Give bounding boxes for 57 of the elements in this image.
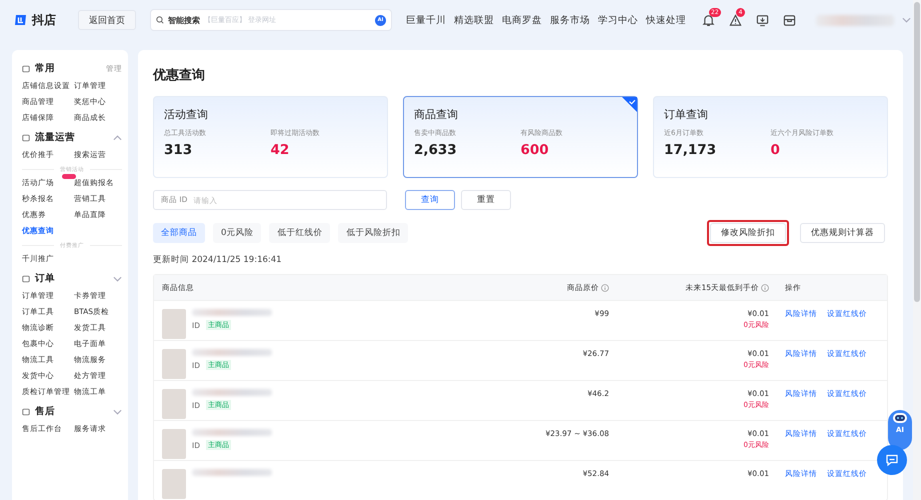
section-title[interactable]: 售后 xyxy=(35,405,108,418)
nav-link[interactable]: 快速处理 xyxy=(646,14,686,26)
section-title[interactable]: 流量运营 xyxy=(35,131,108,144)
info-icon[interactable] xyxy=(761,284,769,292)
page-title: 优惠查询 xyxy=(153,67,206,84)
reset-button[interactable]: 重置 xyxy=(461,190,511,210)
metric-value: 42 xyxy=(270,142,290,158)
chat-icon xyxy=(885,453,899,467)
filter-tab[interactable]: 低于风险折扣 xyxy=(338,223,408,243)
info-icon[interactable] xyxy=(601,284,609,292)
nav-link[interactable]: 服务市场 xyxy=(550,14,590,26)
metric-value: 17,173 xyxy=(664,142,718,158)
check-icon xyxy=(622,97,637,112)
filter-tab[interactable]: 低于红线价 xyxy=(269,223,330,243)
card-title: 商品查询 xyxy=(414,107,459,122)
card-title: 订单查询 xyxy=(664,107,709,122)
section-title[interactable]: 订单 xyxy=(35,272,108,285)
monitor-icon[interactable] xyxy=(756,14,769,26)
section-icon xyxy=(22,408,30,416)
section-title[interactable]: 常用 xyxy=(35,62,101,75)
photo-placeholder xyxy=(162,309,186,339)
metric-value: 600 xyxy=(520,142,550,158)
chevron-icon[interactable] xyxy=(113,276,122,282)
nav-link[interactable]: 巨量千川 xyxy=(406,14,446,26)
section-icon xyxy=(22,274,30,282)
chevron-icon[interactable] xyxy=(113,408,122,414)
alert-icon[interactable] xyxy=(729,14,742,26)
chevron-icon[interactable] xyxy=(113,134,122,140)
section-icon xyxy=(22,134,30,142)
logo-text: 抖店 xyxy=(32,12,56,28)
logo-icon xyxy=(14,13,28,27)
robot-icon xyxy=(892,412,908,424)
search-label: 智能搜索 xyxy=(168,14,200,26)
query-button[interactable]: 查询 xyxy=(405,190,455,210)
action-button[interactable]: 修改风险折扣 xyxy=(710,223,786,243)
bell-icon[interactable] xyxy=(702,14,715,26)
account-chevron-icon[interactable] xyxy=(902,17,911,23)
search-icon xyxy=(156,16,164,24)
photo-placeholder xyxy=(162,469,186,499)
filter-tab[interactable]: 0元风险 xyxy=(213,223,262,243)
filter-tab[interactable]: 全部商品 xyxy=(153,223,205,243)
nav-link[interactable]: 电商罗盘 xyxy=(502,14,542,26)
nav-link[interactable]: 学习中心 xyxy=(598,14,638,26)
box-icon[interactable] xyxy=(783,14,796,26)
update-time: 更新时间 2024/11/25 19:16:41 xyxy=(153,254,283,266)
action-button[interactable]: 优惠规则计算器 xyxy=(800,223,885,243)
metric-value: 313 xyxy=(164,142,194,158)
photo-placeholder xyxy=(162,349,186,379)
section-icon xyxy=(22,64,30,72)
nav-link[interactable]: 精选联盟 xyxy=(454,14,494,26)
card-title: 活动查询 xyxy=(164,107,209,122)
metric-value: 0 xyxy=(770,142,781,158)
photo-placeholder xyxy=(162,389,186,419)
metric-value: 2,633 xyxy=(414,142,458,158)
home-button[interactable]: 返回首页 xyxy=(78,10,136,30)
photo-placeholder xyxy=(162,429,186,459)
scrollbar[interactable] xyxy=(913,0,921,500)
